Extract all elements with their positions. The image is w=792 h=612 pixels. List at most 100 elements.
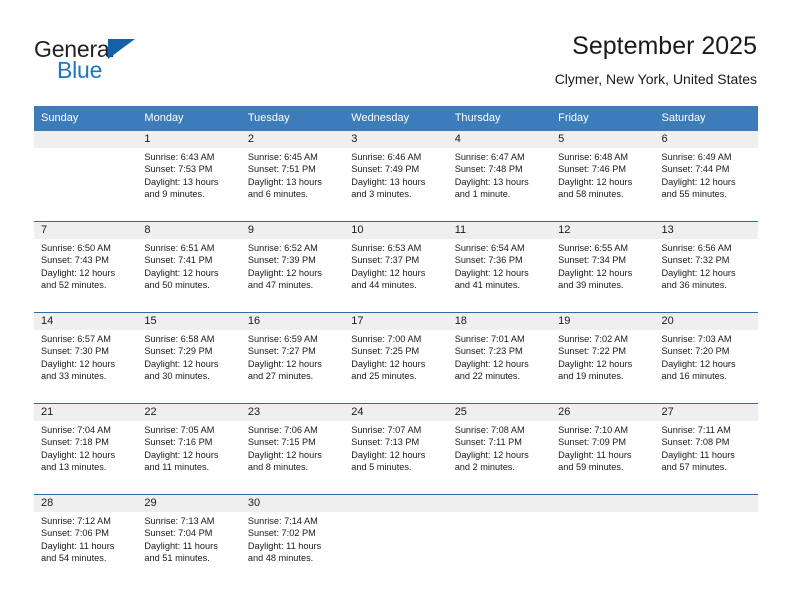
sunset-text: Sunset: 7:20 PM (661, 346, 730, 357)
day-cell[interactable] (654, 494, 758, 585)
daylight-text-line1: Daylight: 12 hours (144, 267, 219, 278)
day-cell[interactable]: 23 Sunrise: 7:06 AM Sunset: 7:15 PM Dayl… (240, 403, 345, 495)
day-cell[interactable]: 16 Sunrise: 6:59 AM Sunset: 7:27 PM Dayl… (240, 312, 345, 404)
sunrise-text: Sunrise: 7:05 AM (144, 425, 215, 435)
logo-triangle-icon (108, 39, 135, 59)
sunrise-text: Sunrise: 6:55 AM (558, 243, 629, 253)
sunrise-text: Sunrise: 7:10 AM (558, 425, 629, 435)
week-row: 28 Sunrise: 7:12 AM Sunset: 7:06 PM Dayl… (34, 494, 758, 585)
sunset-text: Sunset: 7:16 PM (144, 437, 213, 448)
day-cell[interactable]: 5 Sunrise: 6:48 AM Sunset: 7:46 PM Dayli… (551, 131, 655, 222)
day-cell[interactable]: 1 Sunrise: 6:43 AM Sunset: 7:53 PM Dayli… (137, 131, 241, 222)
day-details: Sunrise: 7:13 AM Sunset: 7:04 PM Dayligh… (137, 512, 240, 564)
day-cell[interactable]: 17 Sunrise: 7:00 AM Sunset: 7:25 PM Dayl… (344, 312, 448, 404)
day-number: 22 (137, 404, 241, 421)
daylight-text-line1: Daylight: 12 hours (247, 267, 322, 278)
day-details: Sunrise: 6:54 AM Sunset: 7:36 PM Dayligh… (448, 239, 551, 291)
day-number: 11 (447, 222, 552, 239)
logo-text-blue: Blue (57, 57, 103, 83)
day-cell[interactable] (551, 494, 655, 585)
daylight-text-line1: Daylight: 12 hours (144, 358, 219, 369)
weekday-header-monday: Monday (137, 106, 241, 131)
day-cell[interactable]: 25 Sunrise: 7:08 AM Sunset: 7:11 PM Dayl… (447, 403, 552, 495)
day-cell[interactable]: 14 Sunrise: 6:57 AM Sunset: 7:30 PM Dayl… (34, 312, 138, 404)
day-number: 17 (344, 313, 448, 330)
title-block: September 2025 Clymer, New York, United … (555, 30, 757, 88)
daylight-text-line2: and 30 minutes. (144, 370, 210, 381)
sunrise-text: Sunrise: 6:48 AM (558, 152, 629, 162)
sunrise-text: Sunrise: 7:13 AM (144, 516, 215, 526)
day-number: 15 (137, 313, 241, 330)
day-cell[interactable]: 30 Sunrise: 7:14 AM Sunset: 7:02 PM Dayl… (240, 494, 345, 585)
day-cell[interactable]: 22 Sunrise: 7:05 AM Sunset: 7:16 PM Dayl… (137, 403, 241, 495)
sunset-text: Sunset: 7:46 PM (558, 164, 627, 175)
day-cell[interactable]: 4 Sunrise: 6:47 AM Sunset: 7:48 PM Dayli… (447, 131, 552, 222)
sunrise-text: Sunrise: 7:04 AM (41, 425, 111, 435)
day-cell[interactable]: 20 Sunrise: 7:03 AM Sunset: 7:20 PM Dayl… (654, 312, 758, 404)
day-cell[interactable] (34, 131, 138, 222)
day-cell[interactable]: 27 Sunrise: 7:11 AM Sunset: 7:08 PM Dayl… (654, 403, 758, 495)
day-details: Sunrise: 7:11 AM Sunset: 7:08 PM Dayligh… (655, 421, 758, 473)
week-row: 1 Sunrise: 6:43 AM Sunset: 7:53 PM Dayli… (34, 131, 758, 222)
daylight-text-line2: and 50 minutes. (144, 279, 210, 290)
day-cell[interactable]: 8 Sunrise: 6:51 AM Sunset: 7:41 PM Dayli… (137, 221, 241, 313)
day-cell[interactable] (447, 494, 552, 585)
day-cell[interactable]: 11 Sunrise: 6:54 AM Sunset: 7:36 PM Dayl… (447, 221, 552, 313)
sunset-text: Sunset: 7:44 PM (661, 164, 730, 175)
sunrise-text: Sunrise: 7:01 AM (454, 334, 525, 344)
day-cell[interactable]: 10 Sunrise: 6:53 AM Sunset: 7:37 PM Dayl… (344, 221, 448, 313)
day-cell[interactable]: 24 Sunrise: 7:07 AM Sunset: 7:13 PM Dayl… (344, 403, 448, 495)
daylight-text-line1: Daylight: 13 hours (454, 176, 529, 187)
sunset-text: Sunset: 7:32 PM (661, 255, 730, 266)
day-details: Sunrise: 6:45 AM Sunset: 7:51 PM Dayligh… (241, 148, 344, 200)
day-cell[interactable]: 2 Sunrise: 6:45 AM Sunset: 7:51 PM Dayli… (240, 131, 345, 222)
day-number: 27 (654, 404, 758, 421)
day-number: 3 (344, 131, 448, 148)
sunrise-text: Sunrise: 7:06 AM (247, 425, 318, 435)
day-number: 29 (137, 495, 241, 512)
day-number: 28 (34, 495, 138, 512)
sunset-text: Sunset: 7:51 PM (247, 164, 316, 175)
daylight-text-line1: Daylight: 11 hours (144, 540, 218, 551)
day-cell[interactable]: 18 Sunrise: 7:01 AM Sunset: 7:23 PM Dayl… (447, 312, 552, 404)
day-details: Sunrise: 7:02 AM Sunset: 7:22 PM Dayligh… (551, 330, 654, 382)
day-cell[interactable]: 3 Sunrise: 6:46 AM Sunset: 7:49 PM Dayli… (344, 131, 448, 222)
day-cell[interactable]: 7 Sunrise: 6:50 AM Sunset: 7:43 PM Dayli… (34, 221, 138, 313)
day-cell[interactable]: 6 Sunrise: 6:49 AM Sunset: 7:44 PM Dayli… (654, 131, 758, 222)
day-cell[interactable]: 29 Sunrise: 7:13 AM Sunset: 7:04 PM Dayl… (137, 494, 241, 585)
day-cell[interactable]: 9 Sunrise: 6:52 AM Sunset: 7:39 PM Dayli… (240, 221, 345, 313)
sunrise-text: Sunrise: 6:58 AM (144, 334, 215, 344)
daylight-text-line2: and 3 minutes. (351, 188, 412, 199)
day-cell[interactable]: 12 Sunrise: 6:55 AM Sunset: 7:34 PM Dayl… (551, 221, 655, 313)
day-number: 13 (654, 222, 758, 239)
day-details: Sunrise: 6:43 AM Sunset: 7:53 PM Dayligh… (137, 148, 240, 200)
daylight-text-line2: and 11 minutes. (144, 461, 210, 472)
day-cell[interactable]: 19 Sunrise: 7:02 AM Sunset: 7:22 PM Dayl… (551, 312, 655, 404)
daylight-text-line1: Daylight: 12 hours (558, 176, 633, 187)
sunrise-text: Sunrise: 6:50 AM (41, 243, 111, 253)
generalblue-logo[interactable]: General Blue (34, 36, 214, 88)
sunset-text: Sunset: 7:13 PM (351, 437, 420, 448)
sunrise-text: Sunrise: 6:51 AM (144, 243, 215, 253)
weekday-header-thursday: Thursday (447, 106, 552, 131)
day-number: 30 (240, 495, 345, 512)
day-cell[interactable]: 13 Sunrise: 6:56 AM Sunset: 7:32 PM Dayl… (654, 221, 758, 313)
daylight-text-line1: Daylight: 11 hours (41, 540, 115, 551)
day-cell[interactable]: 26 Sunrise: 7:10 AM Sunset: 7:09 PM Dayl… (551, 403, 655, 495)
day-details: Sunrise: 6:46 AM Sunset: 7:49 PM Dayligh… (344, 148, 447, 200)
day-cell[interactable]: 28 Sunrise: 7:12 AM Sunset: 7:06 PM Dayl… (34, 494, 138, 585)
day-cell[interactable]: 15 Sunrise: 6:58 AM Sunset: 7:29 PM Dayl… (137, 312, 241, 404)
day-details: Sunrise: 6:52 AM Sunset: 7:39 PM Dayligh… (241, 239, 344, 291)
day-number: 23 (240, 404, 345, 421)
sunset-text: Sunset: 7:48 PM (454, 164, 523, 175)
day-number: 26 (551, 404, 655, 421)
weekday-header-sunday: Sunday (34, 106, 138, 131)
daylight-text-line1: Daylight: 12 hours (351, 358, 426, 369)
daylight-text-line1: Daylight: 12 hours (558, 358, 633, 369)
sunrise-text: Sunrise: 6:43 AM (144, 152, 215, 162)
day-number (654, 495, 758, 512)
daylight-text-line1: Daylight: 12 hours (351, 267, 426, 278)
day-cell[interactable] (344, 494, 448, 585)
day-cell[interactable]: 21 Sunrise: 7:04 AM Sunset: 7:18 PM Dayl… (34, 403, 138, 495)
day-number: 18 (447, 313, 552, 330)
